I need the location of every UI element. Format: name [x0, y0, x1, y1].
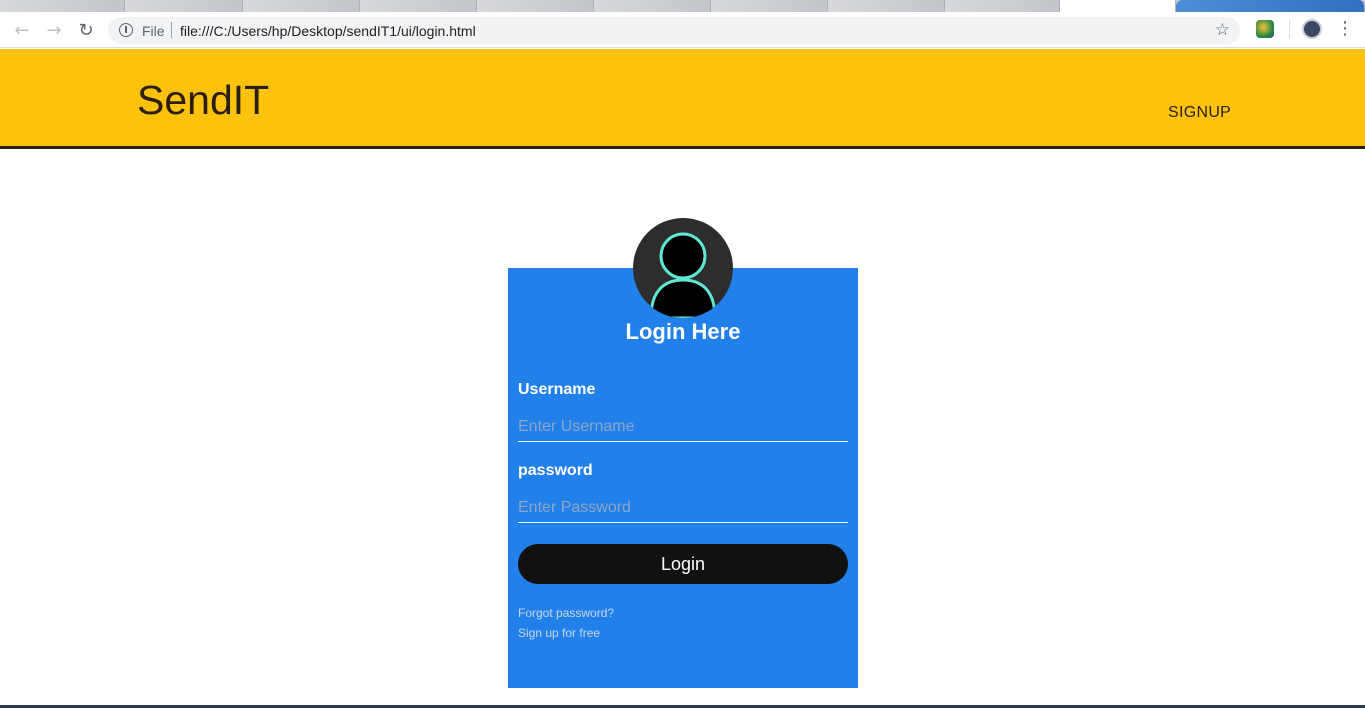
toolbar-separator	[1289, 20, 1290, 38]
username-label: Username	[518, 381, 596, 398]
info-icon[interactable]	[119, 23, 133, 37]
file-label: File	[142, 23, 165, 39]
back-button[interactable]: ←	[10, 18, 34, 42]
password-input[interactable]	[518, 493, 848, 523]
forward-button[interactable]: →	[42, 18, 66, 42]
brand-logo-text[interactable]: SendIT	[137, 77, 269, 124]
site-header: SendIT SIGNUP	[0, 49, 1365, 149]
reload-button[interactable]: ↻	[74, 18, 98, 42]
reload-icon: ↻	[78, 19, 94, 41]
user-silhouette-icon	[649, 232, 717, 318]
omnibox-separator	[171, 22, 172, 38]
browser-tab[interactable]	[125, 0, 243, 12]
login-button[interactable]: Login	[518, 544, 848, 584]
address-bar[interactable]: File file:///C:/Users/hp/Desktop/sendIT1…	[108, 17, 1240, 44]
browser-tab[interactable]	[1176, 0, 1365, 12]
browser-tab[interactable]	[828, 0, 945, 12]
url-text[interactable]: file:///C:/Users/hp/Desktop/sendIT1/ui/l…	[180, 23, 476, 39]
browser-tab[interactable]	[477, 0, 594, 12]
browser-tab[interactable]	[243, 0, 360, 12]
browser-tab[interactable]	[0, 0, 125, 12]
browser-tab[interactable]	[945, 0, 1060, 12]
signup-nav-link[interactable]: SIGNUP	[1168, 104, 1231, 122]
star-icon[interactable]: ☆	[1215, 20, 1230, 40]
password-label: password	[518, 462, 593, 479]
menu-dots-icon[interactable]: ⋮	[1336, 18, 1354, 39]
browser-tab-active[interactable]	[1060, 0, 1176, 12]
browser-tab[interactable]	[360, 0, 477, 12]
browser-toolbar: ← → ↻ File file:///C:/Users/hp/Desktop/s…	[0, 12, 1365, 48]
login-title: Login Here	[625, 319, 741, 344]
forgot-password-link[interactable]: Forgot password?	[518, 606, 614, 620]
extension-icon[interactable]	[1256, 20, 1274, 38]
profile-avatar-icon[interactable]	[1302, 19, 1322, 39]
arrow-left-icon: ←	[14, 19, 30, 41]
browser-tabstrip	[0, 0, 1365, 12]
signup-free-link[interactable]: Sign up for free	[518, 626, 600, 640]
login-card: Login Here Username password Login Forgo…	[508, 268, 858, 688]
user-avatar-icon	[633, 218, 733, 318]
username-input[interactable]	[518, 412, 848, 442]
arrow-right-icon: →	[46, 19, 62, 41]
browser-tab[interactable]	[711, 0, 828, 12]
browser-tab[interactable]	[594, 0, 711, 12]
